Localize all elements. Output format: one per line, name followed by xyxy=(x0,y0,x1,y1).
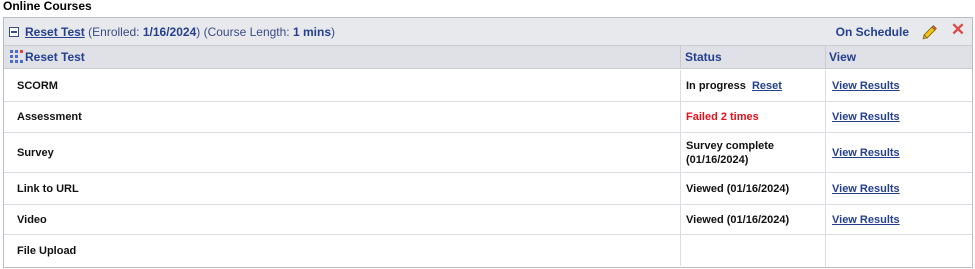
row-name: Survey xyxy=(4,133,681,172)
course-summary: Reset Test (Enrolled: 1/16/2024) (Course… xyxy=(25,25,335,39)
table-row: Survey Survey complete (01/16/2024) View… xyxy=(4,133,972,173)
grid-icon xyxy=(10,50,23,63)
status-text-failed: Failed 2 times xyxy=(686,111,759,123)
section-title: Online Courses xyxy=(3,0,92,13)
row-name: SCORM xyxy=(4,70,681,101)
row-view: View Results xyxy=(826,173,972,204)
row-status: Survey complete (01/16/2024) xyxy=(681,133,826,172)
course-header: Reset Test (Enrolled: 1/16/2024) (Course… xyxy=(4,18,972,46)
reset-link[interactable]: Reset xyxy=(752,79,782,93)
row-status: In progress Reset xyxy=(681,70,826,101)
column-header-view[interactable]: View xyxy=(826,46,972,69)
enrolled-label: (Enrolled: xyxy=(88,25,140,39)
view-results-link[interactable]: View Results xyxy=(832,214,900,226)
column-header-name-label: Reset Test xyxy=(25,50,85,64)
view-results-link[interactable]: View Results xyxy=(832,183,900,195)
delete-x-icon[interactable]: ✕ xyxy=(950,21,966,39)
course-length-close: ) xyxy=(331,25,336,39)
row-name: Video xyxy=(4,205,681,234)
status-text: Survey complete xyxy=(686,139,775,152)
enrolled-date: 1/16/2024 xyxy=(142,25,197,39)
row-name: Assessment xyxy=(4,102,681,132)
table-row: Assessment Failed 2 times View Results xyxy=(4,102,972,133)
row-status: Failed 2 times xyxy=(681,102,826,132)
row-name: File Upload xyxy=(4,235,681,266)
status-date: (01/16/2024) xyxy=(686,153,749,166)
table-row: File Upload xyxy=(4,235,972,266)
row-view xyxy=(826,235,972,266)
table-row: Link to URL Viewed (01/16/2024) View Res… xyxy=(4,173,972,205)
table-row: Video Viewed (01/16/2024) View Results xyxy=(4,205,972,235)
status-text: In progress xyxy=(686,79,746,92)
pencil-icon[interactable] xyxy=(921,24,937,40)
course-panel: Reset Test (Enrolled: 1/16/2024) (Course… xyxy=(3,17,973,268)
table-row: SCORM In progress Reset View Results xyxy=(4,70,972,102)
course-name-link[interactable]: Reset Test xyxy=(25,25,85,39)
view-results-link[interactable]: View Results xyxy=(832,147,900,159)
collapse-icon[interactable] xyxy=(9,27,19,37)
column-header-name[interactable]: Reset Test xyxy=(4,46,681,69)
status-text: Viewed (01/16/2024) xyxy=(686,182,790,195)
row-view: View Results xyxy=(826,70,972,101)
row-name: Link to URL xyxy=(4,173,681,204)
row-status: Viewed (01/16/2024) xyxy=(681,205,826,234)
status-text: Viewed (01/16/2024) xyxy=(686,213,790,226)
enrolled-close: ) xyxy=(196,25,201,39)
course-length-value: 1 mins xyxy=(293,25,332,39)
row-view: View Results xyxy=(826,102,972,132)
view-results-link[interactable]: View Results xyxy=(832,111,900,123)
view-results-link[interactable]: View Results xyxy=(832,80,900,92)
row-view: View Results xyxy=(826,133,972,172)
course-length-label: (Course Length: xyxy=(203,25,290,39)
schedule-status: On Schedule xyxy=(835,25,909,39)
row-status: Viewed (01/16/2024) xyxy=(681,173,826,204)
row-view: View Results xyxy=(826,205,972,234)
row-status xyxy=(681,235,826,266)
column-header-status[interactable]: Status xyxy=(681,46,826,69)
